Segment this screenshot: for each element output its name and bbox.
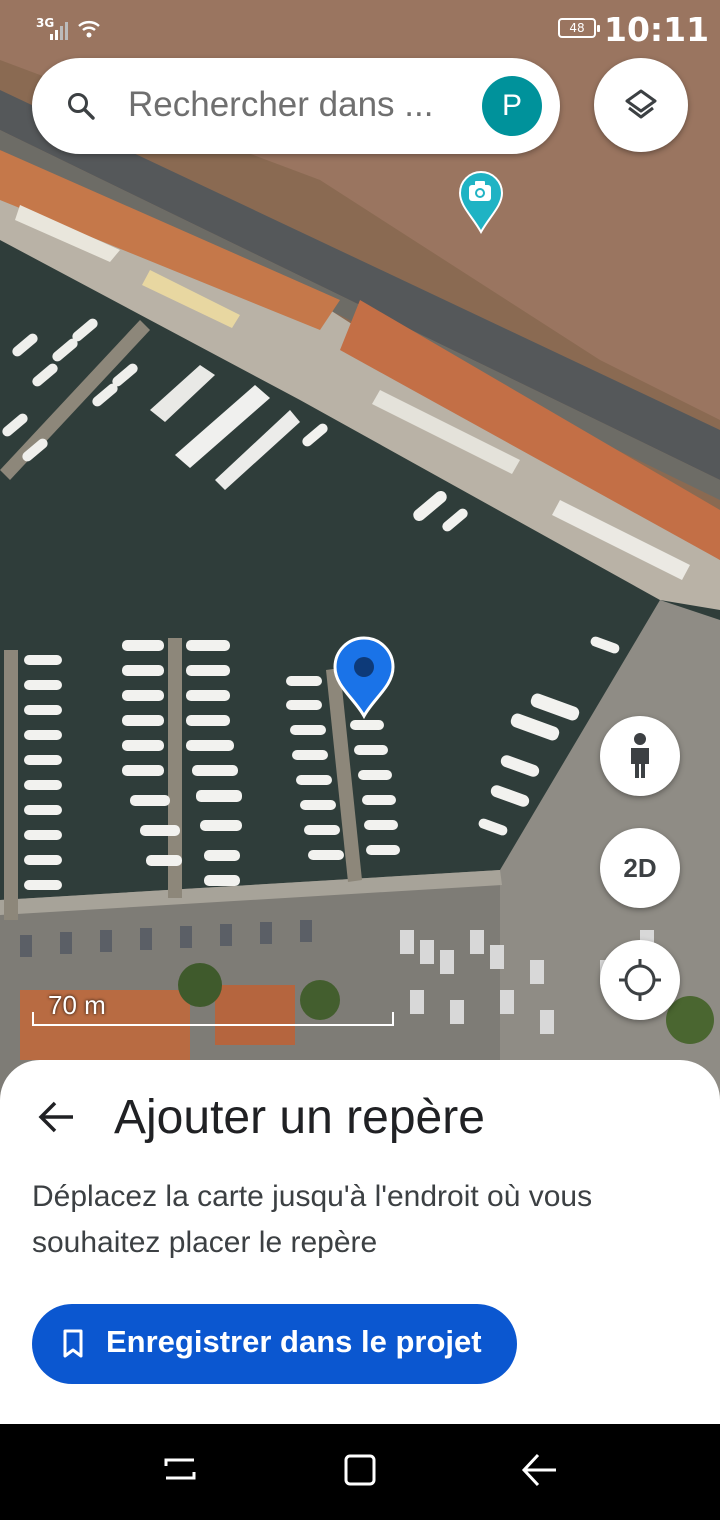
pegman-icon <box>631 733 649 778</box>
map-imagery <box>0 0 720 1100</box>
search-icon <box>68 93 95 120</box>
camera-pin-icon[interactable] <box>458 170 504 234</box>
clock: 10:11 <box>604 10 710 49</box>
battery-indicator: 48 <box>558 18 600 38</box>
home-icon[interactable] <box>342 1452 378 1488</box>
satellite-map[interactable]: 70 m 2D <box>0 0 720 1100</box>
view-2d-button[interactable]: 2D <box>600 828 680 908</box>
search-input[interactable]: Rechercher dans ... <box>128 85 433 125</box>
wifi-icon <box>78 21 100 38</box>
system-navigation-bar <box>0 1424 720 1520</box>
avatar[interactable]: P <box>482 76 542 136</box>
location-marker-icon[interactable] <box>332 636 396 720</box>
save-button-label: Enregistrer dans le projet <box>106 1324 482 1359</box>
layers-button[interactable] <box>594 58 688 152</box>
bookmark-icon <box>63 1329 83 1358</box>
layers-icon <box>625 89 657 119</box>
back-nav-icon[interactable] <box>520 1452 560 1488</box>
back-arrow-icon[interactable] <box>38 1100 76 1134</box>
status-bar: 3G 48 10:11 <box>0 0 720 56</box>
map-scale: 70 m <box>32 990 394 1026</box>
sheet-title: Ajouter un repère <box>114 1091 485 1144</box>
recent-apps-icon[interactable] <box>162 1452 198 1488</box>
street-view-button[interactable] <box>600 716 680 796</box>
signal-icon <box>50 22 68 40</box>
my-location-icon <box>619 959 661 1001</box>
save-to-project-button[interactable]: Enregistrer dans le projet <box>32 1304 517 1384</box>
search-bar[interactable]: Rechercher dans ... P <box>32 58 560 154</box>
scale-bar <box>32 1012 394 1026</box>
my-location-button[interactable] <box>600 940 680 1020</box>
sheet-description: Déplacez la carte jusqu'à l'endroit où v… <box>32 1180 593 1259</box>
add-placemark-sheet: Ajouter un repère Déplacez la carte jusq… <box>0 1060 720 1424</box>
